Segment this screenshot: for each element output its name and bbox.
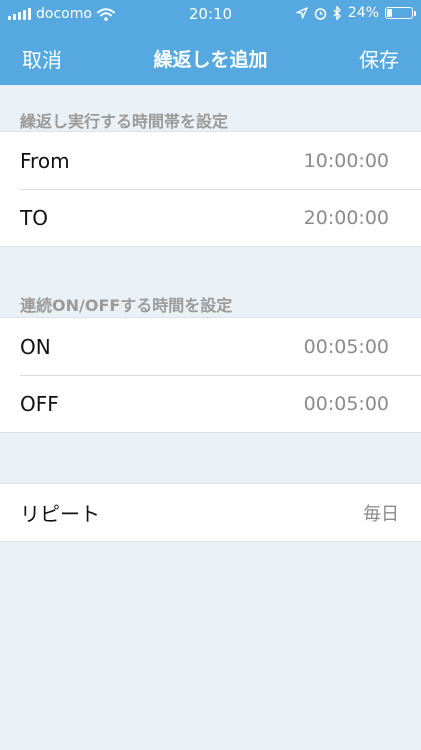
alarm-clock-icon [314,7,327,20]
to-label: TO [20,206,48,230]
repeat-group: リピート 毎日 [0,483,421,542]
on-off-group: ON 00:05:00 OFF 00:05:00 [0,317,421,433]
repeat-value: 毎日 [363,503,399,525]
time-range-group: From 10:00:00 TO 20:00:00 [0,131,421,247]
location-arrow-icon [296,7,308,19]
battery-icon [385,7,416,19]
status-right: 24% [296,5,416,21]
page-title: 繰返しを追加 [153,49,268,71]
from-value: 10:00:00 [303,149,389,172]
navigation-bar: 取消 繰返しを追加 保存 [0,30,421,82]
on-row[interactable]: ON 00:05:00 [0,318,421,375]
section-header-time-range: 繰返し実行する時間帯を設定 [20,112,229,131]
save-button[interactable]: 保存 [359,44,399,73]
on-value: 00:05:00 [303,335,389,358]
battery-percent: 24% [347,5,379,21]
off-value: 00:05:00 [303,393,389,415]
on-label: ON [20,334,51,359]
repeat-label: リピート [20,502,100,526]
bluetooth-icon [333,6,341,20]
from-row[interactable]: From 10:00:00 [0,132,421,189]
battery-level-fill [387,9,393,17]
status-bar: docomo 20:10 24% [0,0,421,30]
off-label: OFF [20,392,59,416]
off-row[interactable]: OFF 00:05:00 [20,375,421,432]
to-value: 20:00:00 [303,207,389,229]
from-label: From [20,148,70,173]
top-bar: docomo 20:10 24% 取消 繰返しを追加 保存 [0,0,421,85]
repeat-row[interactable]: リピート 毎日 [0,484,421,541]
section-header-on-off: 連続ON/OFFする時間を設定 [20,296,233,315]
to-row[interactable]: TO 20:00:00 [20,189,421,246]
